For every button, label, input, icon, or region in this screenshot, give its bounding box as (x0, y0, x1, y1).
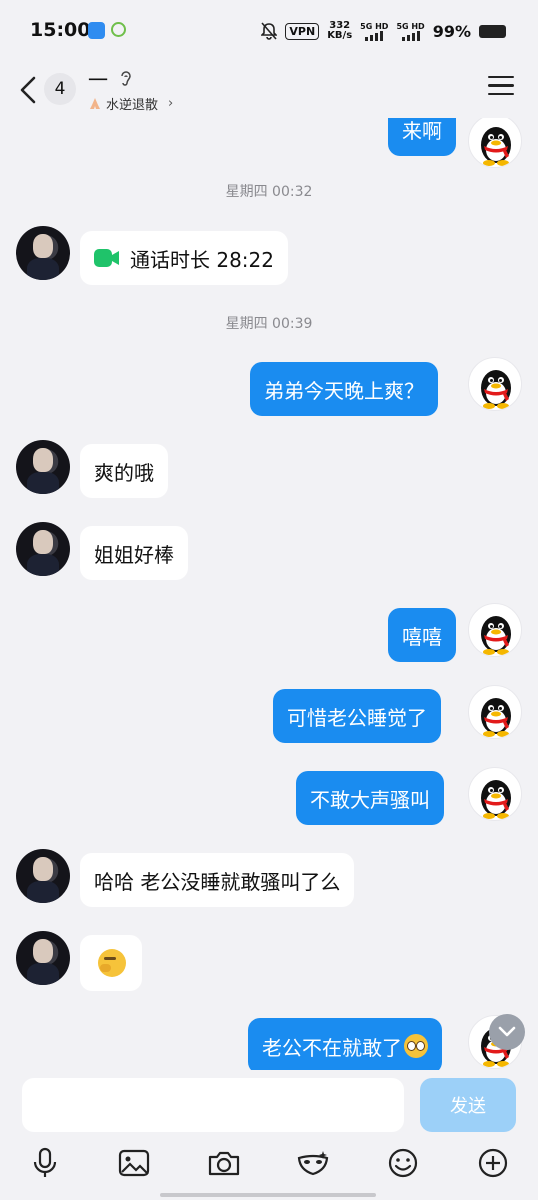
chevron-left-icon (20, 76, 36, 104)
avatar-self[interactable] (468, 118, 522, 168)
hamburger-icon (488, 76, 514, 79)
ear-icon (119, 69, 133, 91)
smiley-icon (388, 1148, 418, 1178)
chevron-down-icon (498, 1026, 516, 1037)
pleading-face-emoji (404, 1034, 428, 1058)
praying-hands-icon (90, 97, 100, 109)
mute-bell-icon (261, 22, 278, 40)
image-button[interactable] (117, 1146, 151, 1180)
avatar-self[interactable] (468, 767, 522, 821)
chat-header: 4 一 水逆退散 › (0, 62, 538, 118)
penguin-avatar-icon (481, 616, 511, 655)
message-bubble-outgoing[interactable]: 来啊 (388, 118, 456, 156)
message-input[interactable] (22, 1078, 404, 1132)
mask-button[interactable] (296, 1146, 330, 1180)
message-bubble-incoming-emoji[interactable] (80, 935, 142, 991)
vpn-badge: VPN (285, 22, 320, 40)
menu-button[interactable] (488, 76, 514, 98)
back-button[interactable] (14, 70, 42, 110)
avatar-contact[interactable] (16, 931, 70, 985)
contact-name[interactable]: 一 (88, 64, 108, 93)
image-icon (118, 1149, 150, 1177)
home-indicator[interactable] (160, 1193, 376, 1197)
avatar-contact[interactable] (16, 226, 70, 280)
signal-1-icon: 5G HD (360, 22, 388, 41)
call-record-bubble[interactable]: 通话时长 28:22 (80, 231, 288, 285)
scroll-to-bottom-button[interactable] (489, 1014, 525, 1050)
status-text: 水逆退散 (106, 98, 159, 113)
message-bubble-incoming[interactable]: 哈哈 老公没睡就敢骚叫了么 (80, 853, 355, 907)
unread-count-badge[interactable]: 4 (44, 73, 76, 105)
avatar-contact[interactable] (16, 849, 70, 903)
status-indicators: VPN 332 KB/s 5G HD 5G HD 99% (261, 21, 506, 41)
message-list[interactable]: 来啊 星期四 00:32 通话时长 28:22 星期四 00:39 弟弟今天晚上… (0, 118, 538, 1070)
send-button[interactable]: 发送 (420, 1078, 516, 1132)
avatar-contact[interactable] (16, 440, 70, 494)
chevron-right-icon: › (168, 96, 174, 111)
timestamp: 星期四 00:39 (225, 316, 313, 332)
signal-2-icon: 5G HD (396, 22, 425, 41)
message-bubble-outgoing[interactable]: 弟弟今天晚上爽？ (250, 362, 438, 416)
network-speed: 332 KB/s (327, 20, 353, 41)
camera-button[interactable] (207, 1146, 241, 1180)
plus-icon (478, 1148, 508, 1178)
thinking-face-emoji (98, 949, 126, 977)
penguin-avatar-icon (481, 370, 511, 409)
contact-status[interactable]: 水逆退散 › (88, 94, 173, 113)
status-bar: 15:00 VPN 332 KB/s 5G HD 5G HD 99% (0, 0, 538, 62)
call-duration-text: 通话时长 28:22 (130, 247, 274, 272)
app-notification-icon-2 (111, 22, 126, 37)
camera-icon (208, 1151, 240, 1176)
penguin-avatar-icon (481, 698, 511, 737)
battery-percent: 99% (432, 21, 471, 41)
more-button[interactable] (476, 1146, 510, 1180)
penguin-avatar-icon (481, 127, 511, 166)
mask-icon (297, 1151, 329, 1176)
status-time: 15:00 (30, 19, 91, 41)
input-bar: 发送 (0, 1070, 538, 1200)
microphone-icon (33, 1147, 57, 1177)
message-bubble-incoming[interactable]: 爽的哦 (80, 444, 168, 498)
avatar-self[interactable] (468, 603, 522, 657)
emoji-button[interactable] (386, 1146, 420, 1180)
avatar-contact[interactable] (16, 522, 70, 576)
message-bubble-incoming[interactable]: 姐姐好棒 (80, 526, 188, 580)
app-notification-icon (88, 22, 105, 39)
voice-button[interactable] (28, 1146, 62, 1180)
battery-icon (479, 24, 506, 38)
penguin-avatar-icon (481, 780, 511, 819)
video-call-icon (94, 249, 119, 267)
avatar-self[interactable] (468, 685, 522, 739)
timestamp: 星期四 00:32 (225, 184, 313, 200)
avatar-self[interactable] (468, 357, 522, 411)
message-bubble-outgoing[interactable]: 老公不在就敢了 (248, 1018, 442, 1070)
message-bubble-outgoing[interactable]: 不敢大声骚叫 (296, 771, 444, 825)
message-bubble-outgoing[interactable]: 可惜老公睡觉了 (273, 689, 441, 743)
message-bubble-outgoing[interactable]: 嘻嘻 (388, 608, 456, 662)
